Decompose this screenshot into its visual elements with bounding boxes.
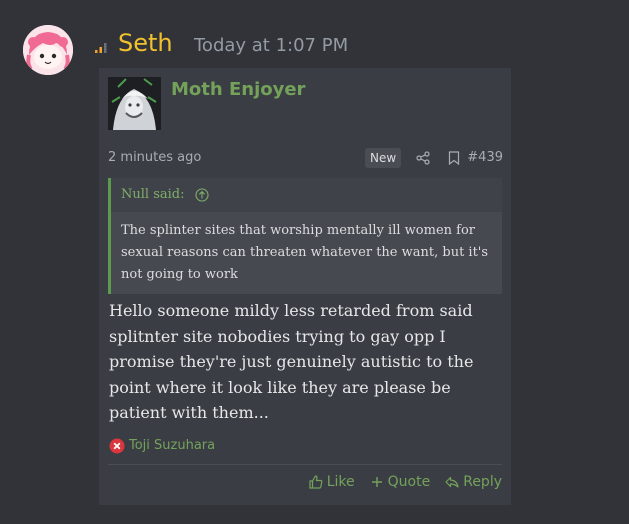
- bookmark-icon[interactable]: [448, 151, 460, 165]
- divider: [108, 464, 502, 465]
- embed-thumbnail[interactable]: [108, 77, 161, 130]
- quote-label: Quote: [387, 474, 431, 490]
- quote-text: The splinter sites that worship mentally…: [121, 223, 489, 282]
- thumbs-up-icon: [309, 475, 323, 489]
- avatar-image: [23, 25, 73, 75]
- x-circle-icon: [109, 438, 125, 454]
- post-body: Hello someone mildy less retarded from s…: [109, 301, 474, 422]
- post-actions: Like Quote Reply: [308, 472, 502, 492]
- post-meta-row: 2 minutes ago New #439: [108, 148, 503, 168]
- quote-author: Null said:: [121, 187, 185, 202]
- avatar[interactable]: [23, 25, 73, 75]
- message-timestamp: Today at 1:07 PM: [194, 35, 349, 56]
- embed-thumbnail-image: [108, 77, 161, 130]
- plus-icon: [371, 477, 382, 487]
- share-icon[interactable]: [416, 151, 430, 165]
- quote-button[interactable]: Quote: [369, 472, 431, 492]
- post-number[interactable]: #439: [467, 148, 503, 168]
- message-author[interactable]: Seth: [118, 27, 173, 59]
- embed-username[interactable]: Moth Enjoyer: [171, 78, 305, 102]
- embed-card: Moth Enjoyer 2 minutes ago New #439 Null…: [99, 68, 511, 505]
- reply-label: Reply: [463, 474, 502, 490]
- reaction-user[interactable]: Toji Suzuhara: [129, 437, 215, 455]
- reply-arrow-icon: [445, 476, 459, 488]
- signal-bars-icon: [95, 43, 107, 53]
- post-time[interactable]: 2 minutes ago: [108, 148, 201, 168]
- new-badge: New: [365, 148, 402, 168]
- like-label: Like: [326, 474, 355, 490]
- like-button[interactable]: Like: [308, 472, 355, 492]
- reply-button[interactable]: Reply: [444, 472, 502, 492]
- quote-header[interactable]: Null said:: [111, 178, 502, 212]
- quote-block: Null said: The splinter sites that worsh…: [108, 178, 502, 294]
- arrow-up-circle-icon[interactable]: [195, 188, 209, 202]
